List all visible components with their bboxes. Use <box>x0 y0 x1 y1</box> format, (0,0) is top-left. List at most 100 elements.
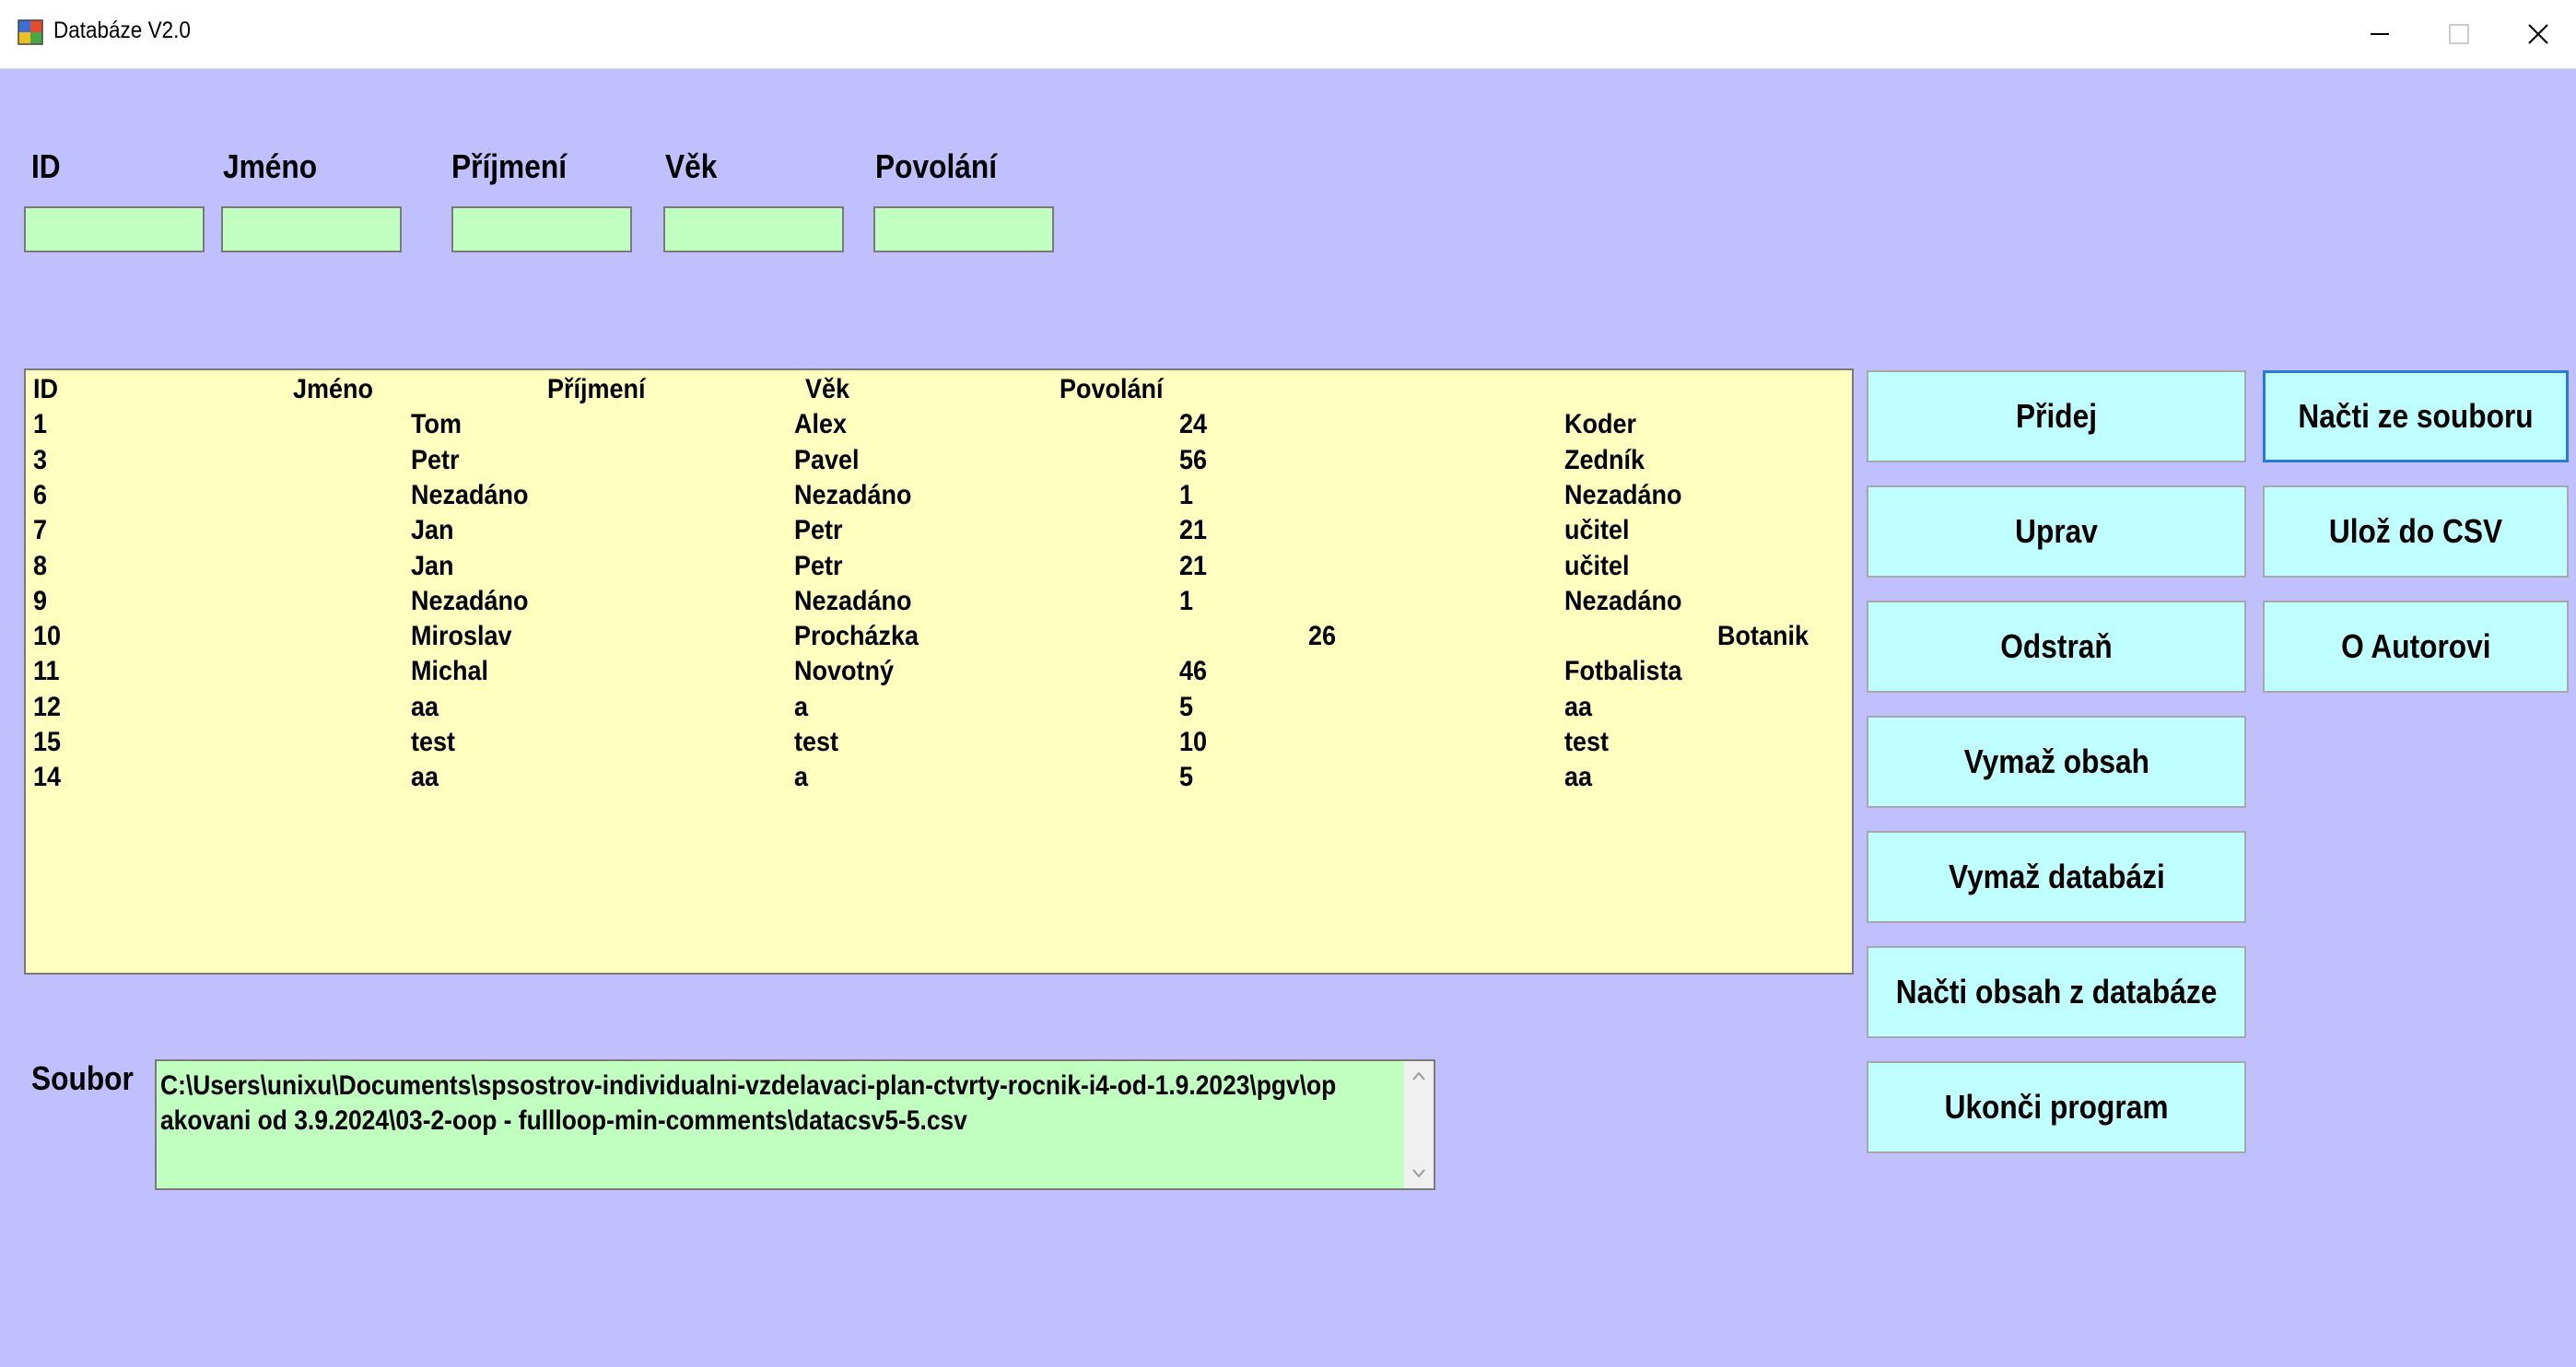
list-cell-povolani: aa <box>1564 691 1593 722</box>
list-cell-prijmeni: a <box>794 691 809 722</box>
list-cell-id: 15 <box>33 727 62 757</box>
list-cell-id: 10 <box>33 621 62 652</box>
soubor-textbox[interactable]: C:\Users\unixu\Documents\spsostrov-indiv… <box>155 1059 1435 1190</box>
list-cell-prijmeni: Alex <box>794 409 848 440</box>
close-icon <box>2528 24 2548 44</box>
list-cell-id: 1 <box>33 409 48 440</box>
odstran-button-label: Odstraň <box>2000 627 2113 665</box>
povolani-input[interactable] <box>873 206 1054 252</box>
vymaz-obsah-button[interactable]: Vymaž obsah <box>1867 716 2246 808</box>
list-cell-vek: 26 <box>1308 621 1337 652</box>
prijmeni-input[interactable] <box>451 206 632 252</box>
list-header-id: ID <box>33 374 58 404</box>
list-item[interactable]: 6 Nezadáno Nezadáno 1 Nezadáno <box>26 478 1852 513</box>
list-cell-jmeno: Michal <box>411 656 489 687</box>
list-cell-id: 12 <box>33 691 62 722</box>
app-icon <box>18 19 43 45</box>
list-cell-povolani: učitel <box>1564 550 1630 581</box>
nacti-ze-souboru-button-label: Načti ze souboru <box>2298 397 2534 435</box>
list-item[interactable]: 9 Nezadáno Nezadáno 1 Nezadáno <box>26 584 1852 619</box>
list-cell-id: 7 <box>33 515 48 546</box>
scroll-up-icon[interactable] <box>1411 1070 1426 1081</box>
vek-input[interactable] <box>663 206 844 252</box>
vek-label: Věk <box>665 147 718 185</box>
list-cell-vek: 56 <box>1179 444 1208 475</box>
nacti-obsah-z-databaze-button-label: Načti obsah z databáze <box>1895 973 2218 1011</box>
list-header-prijmeni: Příjmení <box>547 374 646 404</box>
list-cell-id: 11 <box>33 656 60 687</box>
list-cell-vek: 24 <box>1179 409 1208 440</box>
list-cell-id: 8 <box>33 550 48 581</box>
list-cell-povolani: Zedník <box>1564 444 1645 475</box>
list-cell-jmeno: Nezadáno <box>411 479 529 510</box>
minimize-icon <box>2371 33 2389 35</box>
odstran-button[interactable]: Odstraň <box>1867 601 2246 693</box>
list-cell-jmeno: Petr <box>411 444 460 475</box>
list-item[interactable]: 14 aa a 5 aa <box>26 760 1852 795</box>
list-cell-povolani: test <box>1564 727 1610 757</box>
pridej-button-label: Přidej <box>2015 397 2098 435</box>
list-cell-jmeno: aa <box>411 691 439 722</box>
nacti-obsah-z-databaze-button[interactable]: Načti obsah z databáze <box>1867 946 2246 1038</box>
vymaz-databazi-button-label: Vymaž databázi <box>1948 858 2165 895</box>
close-button[interactable] <box>2499 0 2576 68</box>
o-autorovi-button-label: O Autorovi <box>2340 627 2491 665</box>
uloz-do-csv-button[interactable]: Ulož do CSV <box>2263 485 2569 578</box>
uprav-button[interactable]: Uprav <box>1867 485 2246 578</box>
list-cell-id: 3 <box>33 444 48 475</box>
maximize-button[interactable] <box>2419 0 2499 68</box>
uprav-button-label: Uprav <box>2015 512 2098 550</box>
list-cell-prijmeni: Nezadáno <box>794 479 912 510</box>
soubor-label: Soubor <box>31 1059 134 1097</box>
list-cell-povolani: Koder <box>1564 409 1637 440</box>
list-cell-prijmeni: test <box>794 727 839 757</box>
list-cell-id: 9 <box>33 585 48 616</box>
list-cell-povolani: Nezadáno <box>1564 585 1682 616</box>
list-cell-prijmeni: Petr <box>794 515 843 546</box>
list-header-vek: Věk <box>805 374 850 404</box>
maximize-icon <box>2449 24 2469 44</box>
list-header-row: ID Jméno Příjmení Věk Povolání <box>26 372 1852 407</box>
list-item[interactable]: 3 Petr Pavel 56 Zedník <box>26 443 1852 478</box>
list-cell-jmeno: Jan <box>411 515 454 546</box>
list-item[interactable]: 12 aa a 5 aa <box>26 690 1852 725</box>
uloz-do-csv-button-label: Ulož do CSV <box>2328 512 2503 550</box>
list-item[interactable]: 15 test test 10 test <box>26 725 1852 760</box>
list-cell-vek: 46 <box>1179 656 1208 687</box>
scroll-down-icon[interactable] <box>1411 1168 1426 1179</box>
list-item[interactable]: 1 Tom Alex 24 Koder <box>26 407 1852 442</box>
minimize-button[interactable] <box>2340 0 2419 68</box>
list-cell-povolani: aa <box>1564 762 1593 793</box>
list-cell-jmeno: test <box>411 727 456 757</box>
list-item[interactable]: 10 Miroslav Procházka 26 Botanik <box>26 619 1852 654</box>
vymaz-databazi-button[interactable]: Vymaž databázi <box>1867 831 2246 923</box>
list-cell-povolani: Botanik <box>1717 621 1809 652</box>
window-title: Databáze V2.0 <box>53 18 191 43</box>
vymaz-obsah-button-label: Vymaž obsah <box>1963 742 2149 780</box>
ukonci-program-button[interactable]: Ukonči program <box>1867 1061 2246 1153</box>
list-cell-jmeno: Jan <box>411 550 454 581</box>
list-cell-prijmeni: Nezadáno <box>794 585 912 616</box>
povolani-label: Povolání <box>875 147 998 185</box>
list-cell-vek: 5 <box>1179 691 1194 722</box>
soubor-scrollbar[interactable] <box>1404 1061 1434 1188</box>
prijmeni-label: Příjmení <box>451 147 568 185</box>
id-input[interactable] <box>24 206 205 252</box>
list-cell-id: 14 <box>33 762 62 793</box>
jmeno-label: Jméno <box>223 147 318 185</box>
jmeno-input[interactable] <box>221 206 402 252</box>
pridej-button[interactable]: Přidej <box>1867 370 2246 462</box>
list-cell-jmeno: Miroslav <box>411 621 512 652</box>
list-item[interactable]: 7 Jan Petr 21 učitel <box>26 513 1852 548</box>
id-label: ID <box>31 147 61 185</box>
list-cell-prijmeni: Novotný <box>794 656 894 687</box>
list-cell-id: 6 <box>33 479 48 510</box>
list-cell-vek: 1 <box>1179 479 1194 510</box>
records-listbox[interactable]: ID Jméno Příjmení Věk Povolání 1 Tom Alex 2… <box>24 368 1854 975</box>
nacti-ze-souboru-button[interactable]: Načti ze souboru <box>2263 370 2569 462</box>
list-header-povolani: Povolání <box>1060 374 1164 404</box>
list-item[interactable]: 8 Jan Petr 21 učitel <box>26 549 1852 584</box>
list-cell-prijmeni: Procházka <box>794 621 919 652</box>
o-autorovi-button[interactable]: O Autorovi <box>2263 601 2569 693</box>
list-item[interactable]: 11 Michal Novotný 46 Fotbalista <box>26 654 1852 689</box>
